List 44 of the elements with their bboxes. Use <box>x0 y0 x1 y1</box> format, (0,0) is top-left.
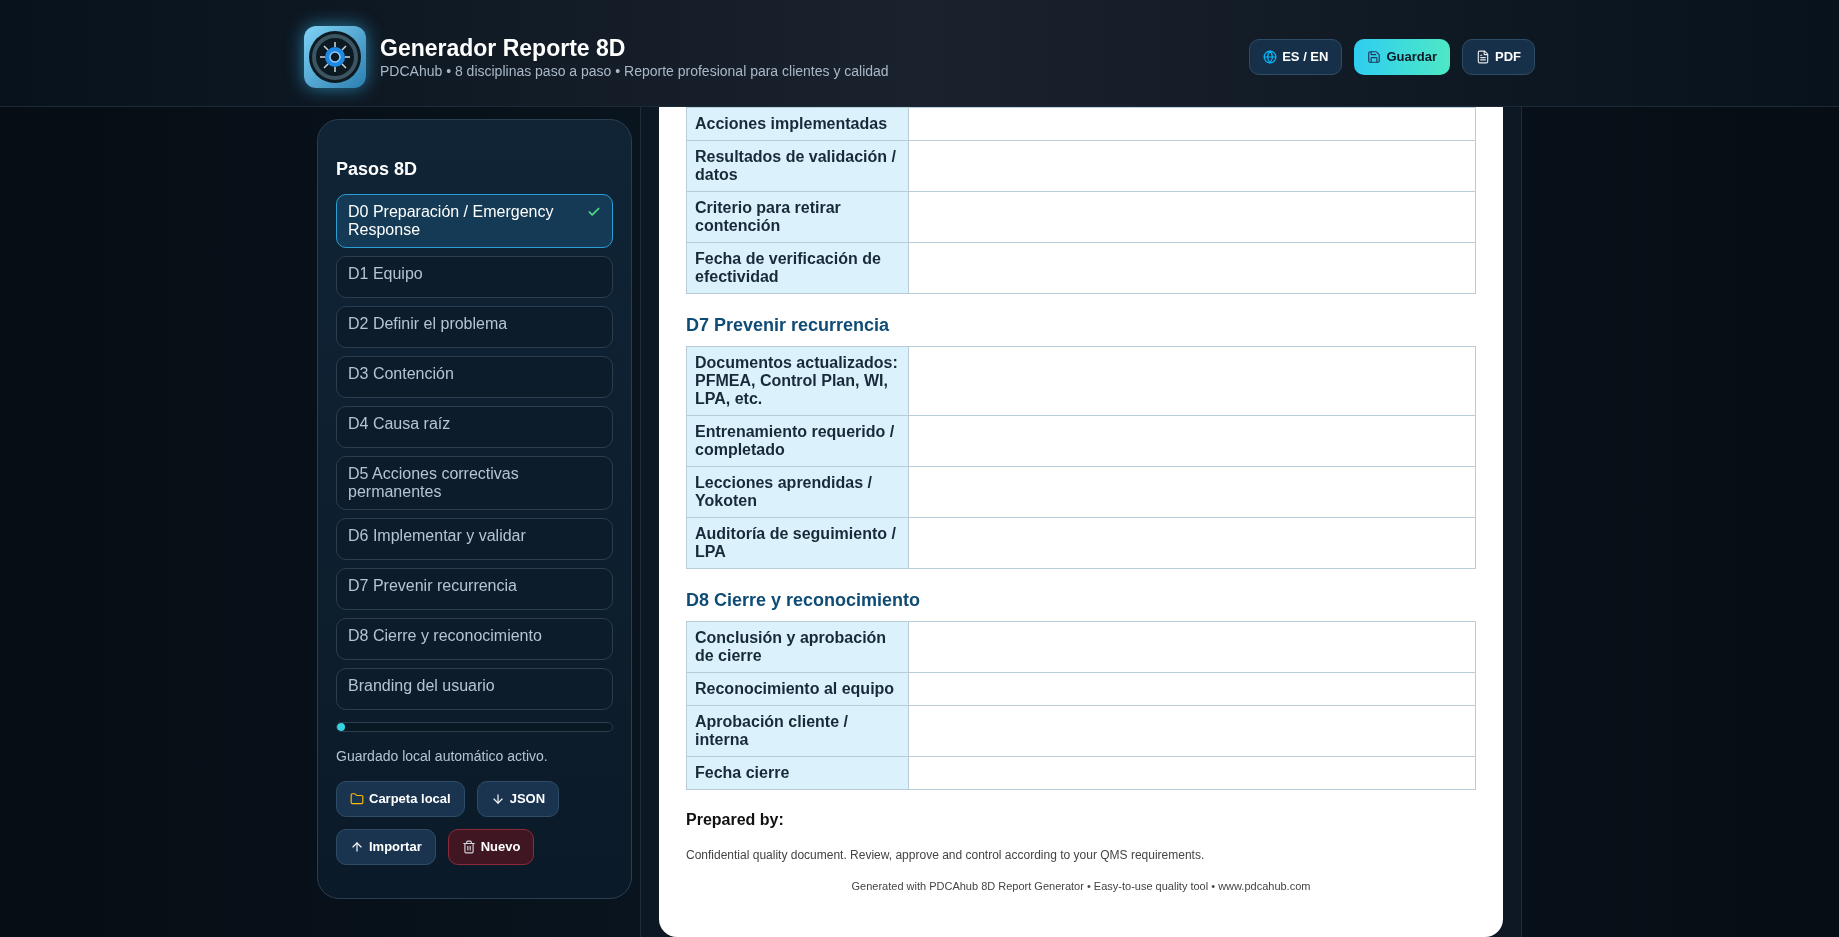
section-heading: D7 Prevenir recurrencia <box>686 314 891 336</box>
field-label: Fecha cierre <box>687 757 909 789</box>
field-label: Documentos actualizados: PFMEA, Control Plan, WI, LPA, etc. <box>687 347 909 415</box>
trash-icon <box>461 840 476 854</box>
report-footer: Generated with PDCAhub 8D Report Generator • Easy-to-use quality tool • www.pdcahub.com <box>686 878 1476 895</box>
step-item[interactable]: D4 Causa raíz <box>336 406 613 448</box>
step-item[interactable]: D1 Equipo <box>336 256 613 298</box>
step-item[interactable]: D8 Cierre y reconocimiento <box>336 618 613 660</box>
field-label: Fecha de verificación de efectividad <box>687 243 909 293</box>
new-button[interactable]: Nuevo <box>447 829 535 865</box>
step-item[interactable]: Branding del usuario <box>336 668 613 710</box>
section-heading: D8 Cierre y reconocimiento <box>686 589 922 611</box>
step-item[interactable]: D3 Contención <box>336 356 613 398</box>
arrow-up-icon <box>350 840 364 854</box>
field-label: Resultados de validación / datos <box>687 141 909 191</box>
field-label: Acciones implementadas <box>687 108 909 140</box>
field-label: Auditoría de seguimiento / LPA <box>687 518 909 568</box>
disclaimer-text: Confidential quality document. Review, approve and control according to your QMS requirements. <box>686 847 1206 864</box>
field-label: Aprobación cliente / interna <box>687 706 909 756</box>
local-folder-button[interactable]: Carpeta local <box>336 781 465 817</box>
folder-icon <box>350 792 364 806</box>
prepared-by-label: Prepared by: <box>686 810 785 830</box>
app-logo <box>304 25 366 88</box>
field-label: Criterio para retirar contención <box>687 192 909 242</box>
globe-icon <box>1263 49 1278 64</box>
download-json-button[interactable]: JSON <box>476 781 560 817</box>
autosave-status: Guardado local automático activo. <box>336 747 549 766</box>
field-label: Lecciones aprendidas / Yokoten <box>687 467 909 517</box>
field-label: Reconocimiento al equipo <box>687 673 909 705</box>
field-label: Conclusión y aprobación de cierre <box>687 622 909 672</box>
step-item[interactable]: D7 Prevenir recurrencia <box>336 568 613 610</box>
panel-title: Pasos 8D <box>336 158 419 180</box>
save-button[interactable]: Guardar <box>1354 38 1450 75</box>
step-item[interactable]: D0 Preparación / Emergency Response <box>336 194 613 248</box>
language-button[interactable]: ES / EN <box>1249 38 1343 75</box>
document-icon <box>1476 49 1490 64</box>
field-label: Entrenamiento requerido / completado <box>687 416 909 466</box>
pdf-button[interactable]: PDF <box>1462 38 1535 75</box>
step-item[interactable]: D2 Definir el problema <box>336 306 613 348</box>
step-item[interactable]: D6 Implementar y validar <box>336 518 613 560</box>
app-subtitle: PDCAhub • 8 disciplinas paso a paso • Reporte profesional para clientes y calidad <box>380 61 889 80</box>
import-button[interactable]: Importar <box>336 829 436 865</box>
step-item[interactable]: D5 Acciones correctivas permanentes <box>336 456 613 510</box>
app-title: Generador Reporte 8D <box>380 33 627 62</box>
